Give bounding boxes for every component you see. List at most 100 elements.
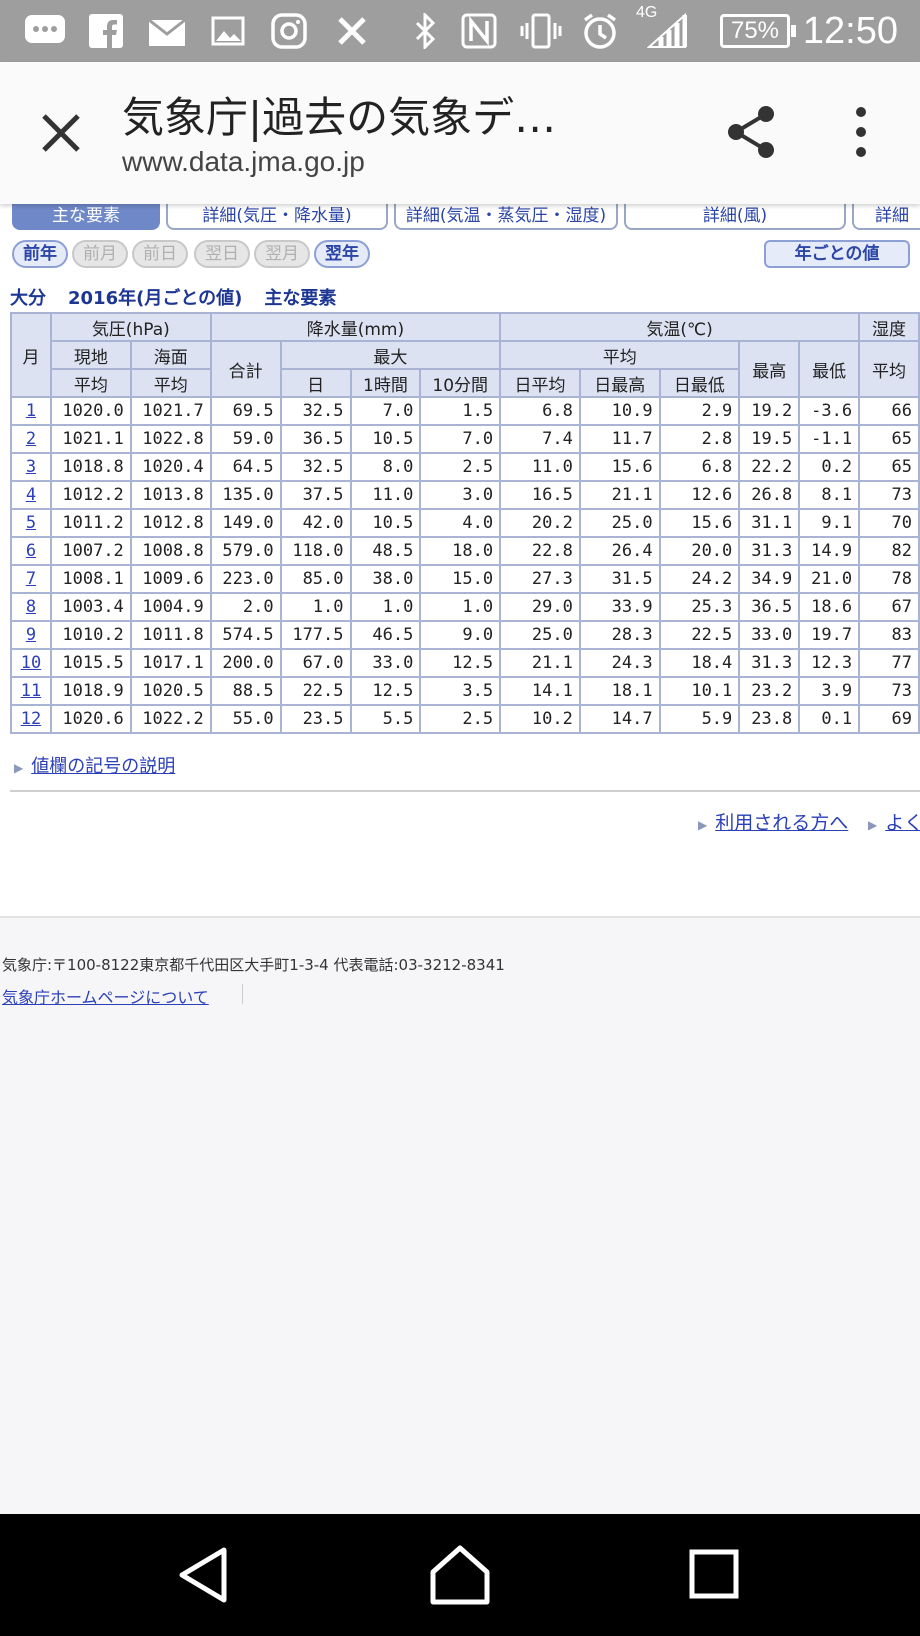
month-link[interactable]: 9	[26, 625, 36, 645]
table-row: 2 1021.1 1022.8 59.0 36.5 10.5 7.0 7.4 11.7 2.8 19…	[10, 424, 920, 454]
data-cell: 65	[858, 452, 920, 482]
data-cell: 27.3	[499, 564, 581, 594]
symbol-legend-link[interactable]: 値欄の記号の説明	[31, 756, 175, 777]
table-row: 8 1003.4 1004.9 2.0 1.0 1.0 1.0 29.0 33.9 25.3 36.…	[10, 592, 920, 622]
data-cell: 21.1	[499, 648, 581, 678]
data-cell: 1011.8	[129, 620, 212, 650]
data-cell: 21.1	[578, 480, 661, 510]
recents-button[interactable]	[682, 1542, 748, 1608]
data-cell: 69	[858, 704, 920, 734]
tab-detail-more[interactable]: 詳細	[852, 204, 920, 230]
month-link[interactable]: 8	[26, 597, 36, 617]
month-link[interactable]: 10	[21, 653, 41, 673]
footer-address: 気象庁:〒100-8122東京都千代田区大手町1-3-4 代表電話:03-321…	[2, 956, 505, 974]
tab-detail-temp-humidity[interactable]: 詳細(気温・蒸気圧・湿度)	[394, 204, 618, 230]
next-year-button[interactable]: 翌年	[314, 240, 370, 268]
data-cell: 9.1	[798, 508, 861, 538]
table-row: 11 1018.9 1020.5 88.5 22.5 12.5 3.5 14.1 18.1 10.…	[10, 676, 920, 706]
data-cell: 579.0	[209, 536, 282, 566]
data-cell: 78	[858, 564, 920, 594]
month-cell: 1	[10, 396, 52, 426]
month-link[interactable]: 1	[26, 401, 36, 421]
tab-detail-wind[interactable]: 詳細(風)	[624, 204, 846, 230]
tab-detail-pressure-precip[interactable]: 詳細(気圧・降水量)	[166, 204, 388, 230]
month-link[interactable]: 7	[26, 569, 36, 589]
data-cell: 38.0	[349, 564, 422, 594]
month-cell: 5	[10, 508, 52, 538]
month-cell: 11	[10, 676, 52, 706]
data-cell: 6.8	[658, 452, 741, 482]
more-options-button[interactable]	[842, 104, 880, 160]
back-button[interactable]	[172, 1542, 238, 1608]
for-users-link[interactable]: 利用される方へ	[715, 812, 848, 834]
data-cell: 12.3	[798, 648, 861, 678]
table-body: 1 1020.0 1021.7 69.5 32.5 7.0 1.5 6.8 10.9 2.9 19.…	[10, 396, 920, 734]
data-cell: 34.9	[738, 564, 801, 594]
share-button[interactable]	[724, 104, 780, 160]
yearly-values-button[interactable]: 年ごとの値	[764, 240, 910, 268]
data-cell: 77	[858, 648, 920, 678]
data-cell: 18.1	[578, 676, 661, 706]
month-link[interactable]: 3	[26, 457, 36, 477]
data-cell: 14.7	[578, 704, 661, 734]
month-link[interactable]: 4	[26, 485, 36, 505]
divider	[10, 790, 920, 792]
data-cell: 1.5	[419, 396, 502, 426]
data-cell: 1017.1	[129, 648, 212, 678]
table-row: 9 1010.2 1011.8 574.5 177.5 46.5 9.0 25.0 28.3 22…	[10, 620, 920, 650]
close-icon	[42, 114, 80, 152]
signal-icon	[646, 10, 688, 52]
data-cell: 5.5	[349, 704, 422, 734]
data-cell: 33.0	[738, 620, 801, 650]
data-cell: 36.5	[738, 592, 801, 622]
header-precip-max: 最大	[279, 340, 502, 370]
header-station-pressure: 現地	[49, 340, 132, 370]
caption-period: 2016年(月ごとの値)	[68, 288, 243, 309]
home-button[interactable]	[427, 1542, 493, 1608]
data-cell: 24.3	[578, 648, 661, 678]
caption-place: 大分	[10, 288, 46, 309]
month-link[interactable]: 5	[26, 513, 36, 533]
data-cell: 9.0	[419, 620, 502, 650]
data-cell: 14.9	[798, 536, 861, 566]
data-cell: 1010.2	[49, 620, 132, 650]
data-cell: 70	[858, 508, 920, 538]
month-link[interactable]: 2	[26, 429, 36, 449]
month-cell: 3	[10, 452, 52, 482]
site-footer: 気象庁:〒100-8122東京都千代田区大手町1-3-4 代表電話:03-321…	[0, 916, 920, 1514]
page-url: www.data.jma.go.jp	[122, 146, 365, 177]
data-cell: 31.5	[578, 564, 661, 594]
data-cell: 7.0	[349, 396, 422, 426]
month-cell: 12	[10, 704, 52, 734]
prev-year-button[interactable]: 前年	[12, 240, 68, 268]
element-tabs: 主な要素 詳細(気圧・降水量) 詳細(気温・蒸気圧・湿度) 詳細(風) 詳細	[0, 204, 920, 234]
header-humidity-average: 平均	[858, 340, 920, 398]
tab-main-elements[interactable]: 主な要素	[12, 204, 160, 230]
arrow-right-icon: ▶	[14, 761, 24, 775]
data-cell: 67.0	[279, 648, 352, 678]
month-link[interactable]: 11	[21, 681, 41, 701]
data-cell: 177.5	[279, 620, 352, 650]
data-cell: 223.0	[209, 564, 282, 594]
date-navigation: 前年 前月 前日 翌日 翌月 翌年 年ごとの値	[0, 240, 920, 270]
legend-link-row: ▶ 値欄の記号の説明	[14, 752, 175, 778]
data-cell: 12.5	[419, 648, 502, 678]
alarm-icon	[580, 10, 620, 52]
data-cell: 2.8	[658, 424, 741, 454]
data-cell: 10.2	[499, 704, 581, 734]
faq-link[interactable]: よく	[885, 812, 920, 834]
data-cell: 1020.0	[49, 396, 132, 426]
data-cell: 25.0	[499, 620, 581, 650]
header-precip-day: 日	[279, 368, 352, 398]
about-site-link[interactable]: 気象庁ホームページについて	[2, 984, 209, 1008]
month-link[interactable]: 6	[26, 541, 36, 561]
close-button[interactable]	[34, 106, 88, 160]
status-bar: 4G 75% 12:50	[0, 0, 920, 62]
month-link[interactable]: 12	[21, 709, 41, 729]
arrow-right-icon: ▶	[868, 818, 878, 832]
data-cell: 59.0	[209, 424, 282, 454]
bluetooth-icon	[410, 10, 440, 52]
data-cell: 22.2	[738, 452, 801, 482]
data-cell: 82	[858, 536, 920, 566]
data-cell: 1007.2	[49, 536, 132, 566]
